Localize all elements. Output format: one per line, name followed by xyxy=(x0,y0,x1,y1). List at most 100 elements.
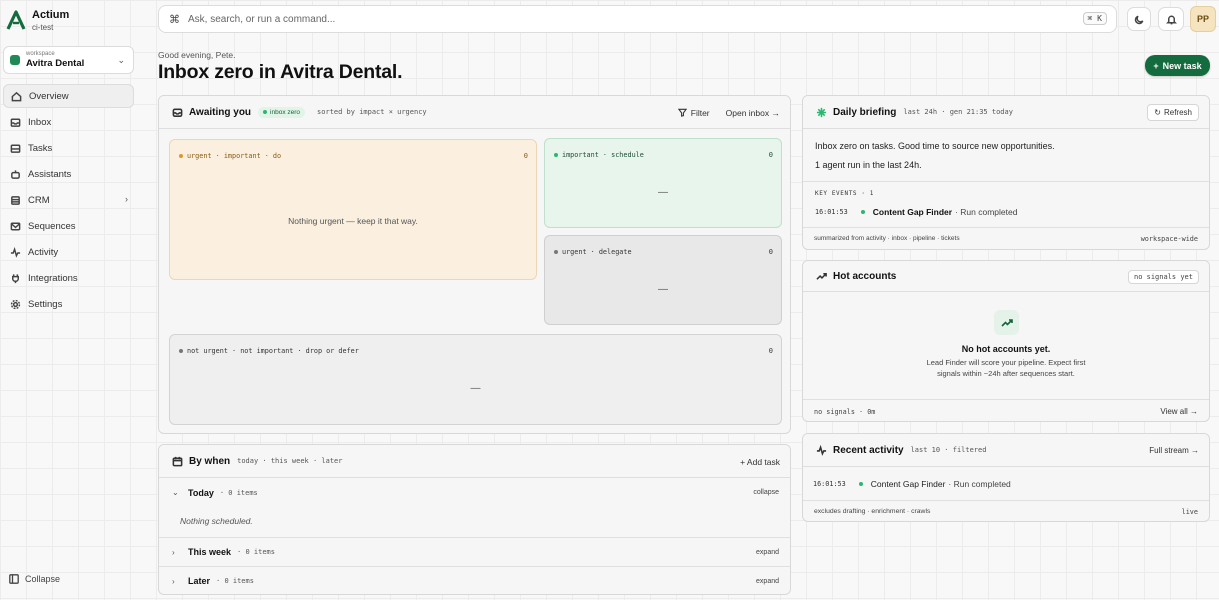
briefing-header: Daily briefing last 24h · gen 21:35 toda… xyxy=(803,96,1209,129)
live-indicator: live xyxy=(1181,507,1198,516)
status-badge: inbox zero xyxy=(258,106,306,118)
today-row[interactable]: ⌄ Today · 0 items collapse xyxy=(159,478,790,507)
activity-row[interactable]: 16:01:53 Content Gap Finder · Run comple… xyxy=(813,479,1011,489)
recent-activity-meta: last 10 · filtered xyxy=(910,446,987,454)
key-events-label: KEY EVENTS · 1 xyxy=(815,190,874,197)
command-icon: ⌘ xyxy=(169,13,180,26)
shortcut-hint: ⌘ K xyxy=(1082,12,1107,25)
filter-button[interactable]: Filter xyxy=(677,108,710,118)
mail-icon xyxy=(9,220,21,232)
quadrant-empty-text: Nothing urgent — keep it that way. xyxy=(288,216,418,226)
quadrant-do[interactable]: urgent · important · do 0 Nothing urgent… xyxy=(169,139,537,280)
recent-activity-panel: Recent activity last 10 · filtered Full … xyxy=(802,433,1210,522)
theme-toggle-button[interactable] xyxy=(1127,7,1151,31)
hot-accounts-panel: Hot accounts no signals yet No hot accou… xyxy=(802,260,1210,422)
quadrant-dot-icon xyxy=(554,153,558,157)
sparkle-icon xyxy=(815,106,827,118)
hot-accounts-header: Hot accounts no signals yet xyxy=(803,261,1209,292)
awaiting-panel: Awaiting you inbox zero sorted by impact… xyxy=(158,95,791,434)
status-dot-icon xyxy=(263,110,268,114)
avatar[interactable]: PP xyxy=(1190,6,1216,32)
row-title: This week xyxy=(188,547,232,557)
sidebar-item-integrations[interactable]: Integrations xyxy=(3,266,134,290)
plug-icon xyxy=(9,272,21,284)
sidebar-item-inbox[interactable]: Inbox xyxy=(3,110,134,134)
quadrant-dot-icon xyxy=(554,250,558,254)
open-inbox-link[interactable]: Open inbox → xyxy=(726,108,780,118)
brand[interactable]: Actium ci-test xyxy=(6,9,69,33)
later-row[interactable]: › Later · 0 items expand xyxy=(159,566,790,594)
sidebar-item-activity[interactable]: Activity xyxy=(3,240,134,264)
sidebar-item-overview[interactable]: Overview xyxy=(3,84,134,108)
chevron-down-icon: ⌄ xyxy=(172,488,179,497)
arrow-right-icon: → xyxy=(1191,446,1199,455)
notifications-button[interactable] xyxy=(1158,7,1184,31)
sidebar-item-label: Settings xyxy=(28,298,63,310)
inbox-icon xyxy=(171,106,183,118)
add-task-button[interactable]: + Add task xyxy=(740,457,780,467)
database-icon xyxy=(9,194,21,206)
hot-empty-line2: signals within ~24h after sequences star… xyxy=(937,369,1075,378)
new-task-button[interactable]: + New task xyxy=(1145,55,1210,76)
full-stream-link[interactable]: Full stream → xyxy=(1149,446,1199,455)
expand-toggle[interactable]: expand xyxy=(756,578,779,585)
sidebar-item-sequences[interactable]: Sequences xyxy=(3,214,134,238)
quadrant-label: urgent · delegate xyxy=(562,248,632,256)
quadrant-delegate[interactable]: urgent · delegate 0 — xyxy=(544,235,782,325)
briefing-summary: Inbox zero on tasks. Good time to source… xyxy=(815,141,1055,151)
quadrant-defer[interactable]: not urgent · not important · drop or def… xyxy=(169,334,782,425)
recent-activity-title: Recent activity xyxy=(833,444,904,456)
sidebar-item-settings[interactable]: Settings xyxy=(3,292,134,316)
briefing-panel: Daily briefing last 24h · gen 21:35 toda… xyxy=(802,95,1210,250)
collapse-sidebar-button[interactable]: Collapse xyxy=(9,574,60,584)
key-event-row[interactable]: 16:01:53 Content Gap Finder · Run comple… xyxy=(815,207,1017,217)
sidebar-item-assistants[interactable]: Assistants xyxy=(3,162,134,186)
chevron-right-icon: › xyxy=(172,547,175,557)
workspace-label: workspace xyxy=(26,51,55,57)
awaiting-title: Awaiting you xyxy=(189,106,252,118)
row-count: · 0 items xyxy=(237,548,275,556)
quadrant-empty-text: — xyxy=(658,187,668,198)
by-when-header: By when today · this week · later + Add … xyxy=(159,445,790,478)
expand-toggle[interactable]: expand xyxy=(756,549,779,556)
hot-empty-title: No hot accounts yet. xyxy=(961,344,1051,354)
trend-icon xyxy=(815,270,827,282)
sidebar-item-crm[interactable]: CRM › xyxy=(3,188,134,212)
sidebar-item-tasks[interactable]: Tasks xyxy=(3,136,134,160)
recent-activity-header: Recent activity last 10 · filtered Full … xyxy=(803,434,1209,467)
page-title: Inbox zero in Avitra Dental. xyxy=(158,61,403,83)
pulse-icon xyxy=(815,444,827,456)
command-bar[interactable]: ⌘ ⌘ K xyxy=(158,5,1117,33)
arrow-right-icon: → xyxy=(771,107,781,118)
quadrant-dot-icon xyxy=(179,349,183,353)
collapse-toggle[interactable]: collapse xyxy=(753,489,779,496)
row-title: Later xyxy=(188,576,211,586)
chevron-right-icon: › xyxy=(125,194,128,204)
hot-empty-line1: Lead Finder will score your pipeline. Ex… xyxy=(926,358,1086,367)
briefing-runs: 1 agent run in the last 24h. xyxy=(815,160,922,170)
this-week-row[interactable]: › This week · 0 items expand xyxy=(159,537,790,566)
pulse-icon xyxy=(9,246,21,258)
sidebar: Actium ci-test workspace Avitra Dental ⌄… xyxy=(0,0,140,600)
plus-icon: + xyxy=(740,456,747,467)
divider xyxy=(803,181,1209,182)
sidebar-nav: Overview Inbox Tasks Assistants CRM › Se… xyxy=(3,84,134,318)
event-agent: Content Gap Finder xyxy=(872,207,953,217)
actium-logo-icon xyxy=(6,10,26,30)
badge-label: inbox zero xyxy=(270,108,301,116)
quadrant-schedule[interactable]: important · schedule 0 — xyxy=(544,138,782,228)
home-icon xyxy=(10,90,22,102)
view-all-link[interactable]: View all → xyxy=(1160,407,1198,416)
command-input[interactable] xyxy=(188,13,1048,25)
sidebar-item-label: Integrations xyxy=(28,272,78,284)
workspace-switcher[interactable]: workspace Avitra Dental ⌄ xyxy=(3,46,134,74)
full-stream-label: Full stream xyxy=(1149,446,1189,455)
sidebar-item-label: CRM xyxy=(28,194,50,206)
sidebar-item-label: Sequences xyxy=(28,220,76,232)
activity-status: · Run completed xyxy=(948,479,1011,489)
activity-time: 16:01:53 xyxy=(813,480,846,488)
refresh-button[interactable]: ↻ Refresh xyxy=(1147,104,1199,121)
sidebar-item-label: Inbox xyxy=(28,116,52,128)
tasks-icon xyxy=(9,142,21,154)
bell-icon xyxy=(1165,15,1177,24)
